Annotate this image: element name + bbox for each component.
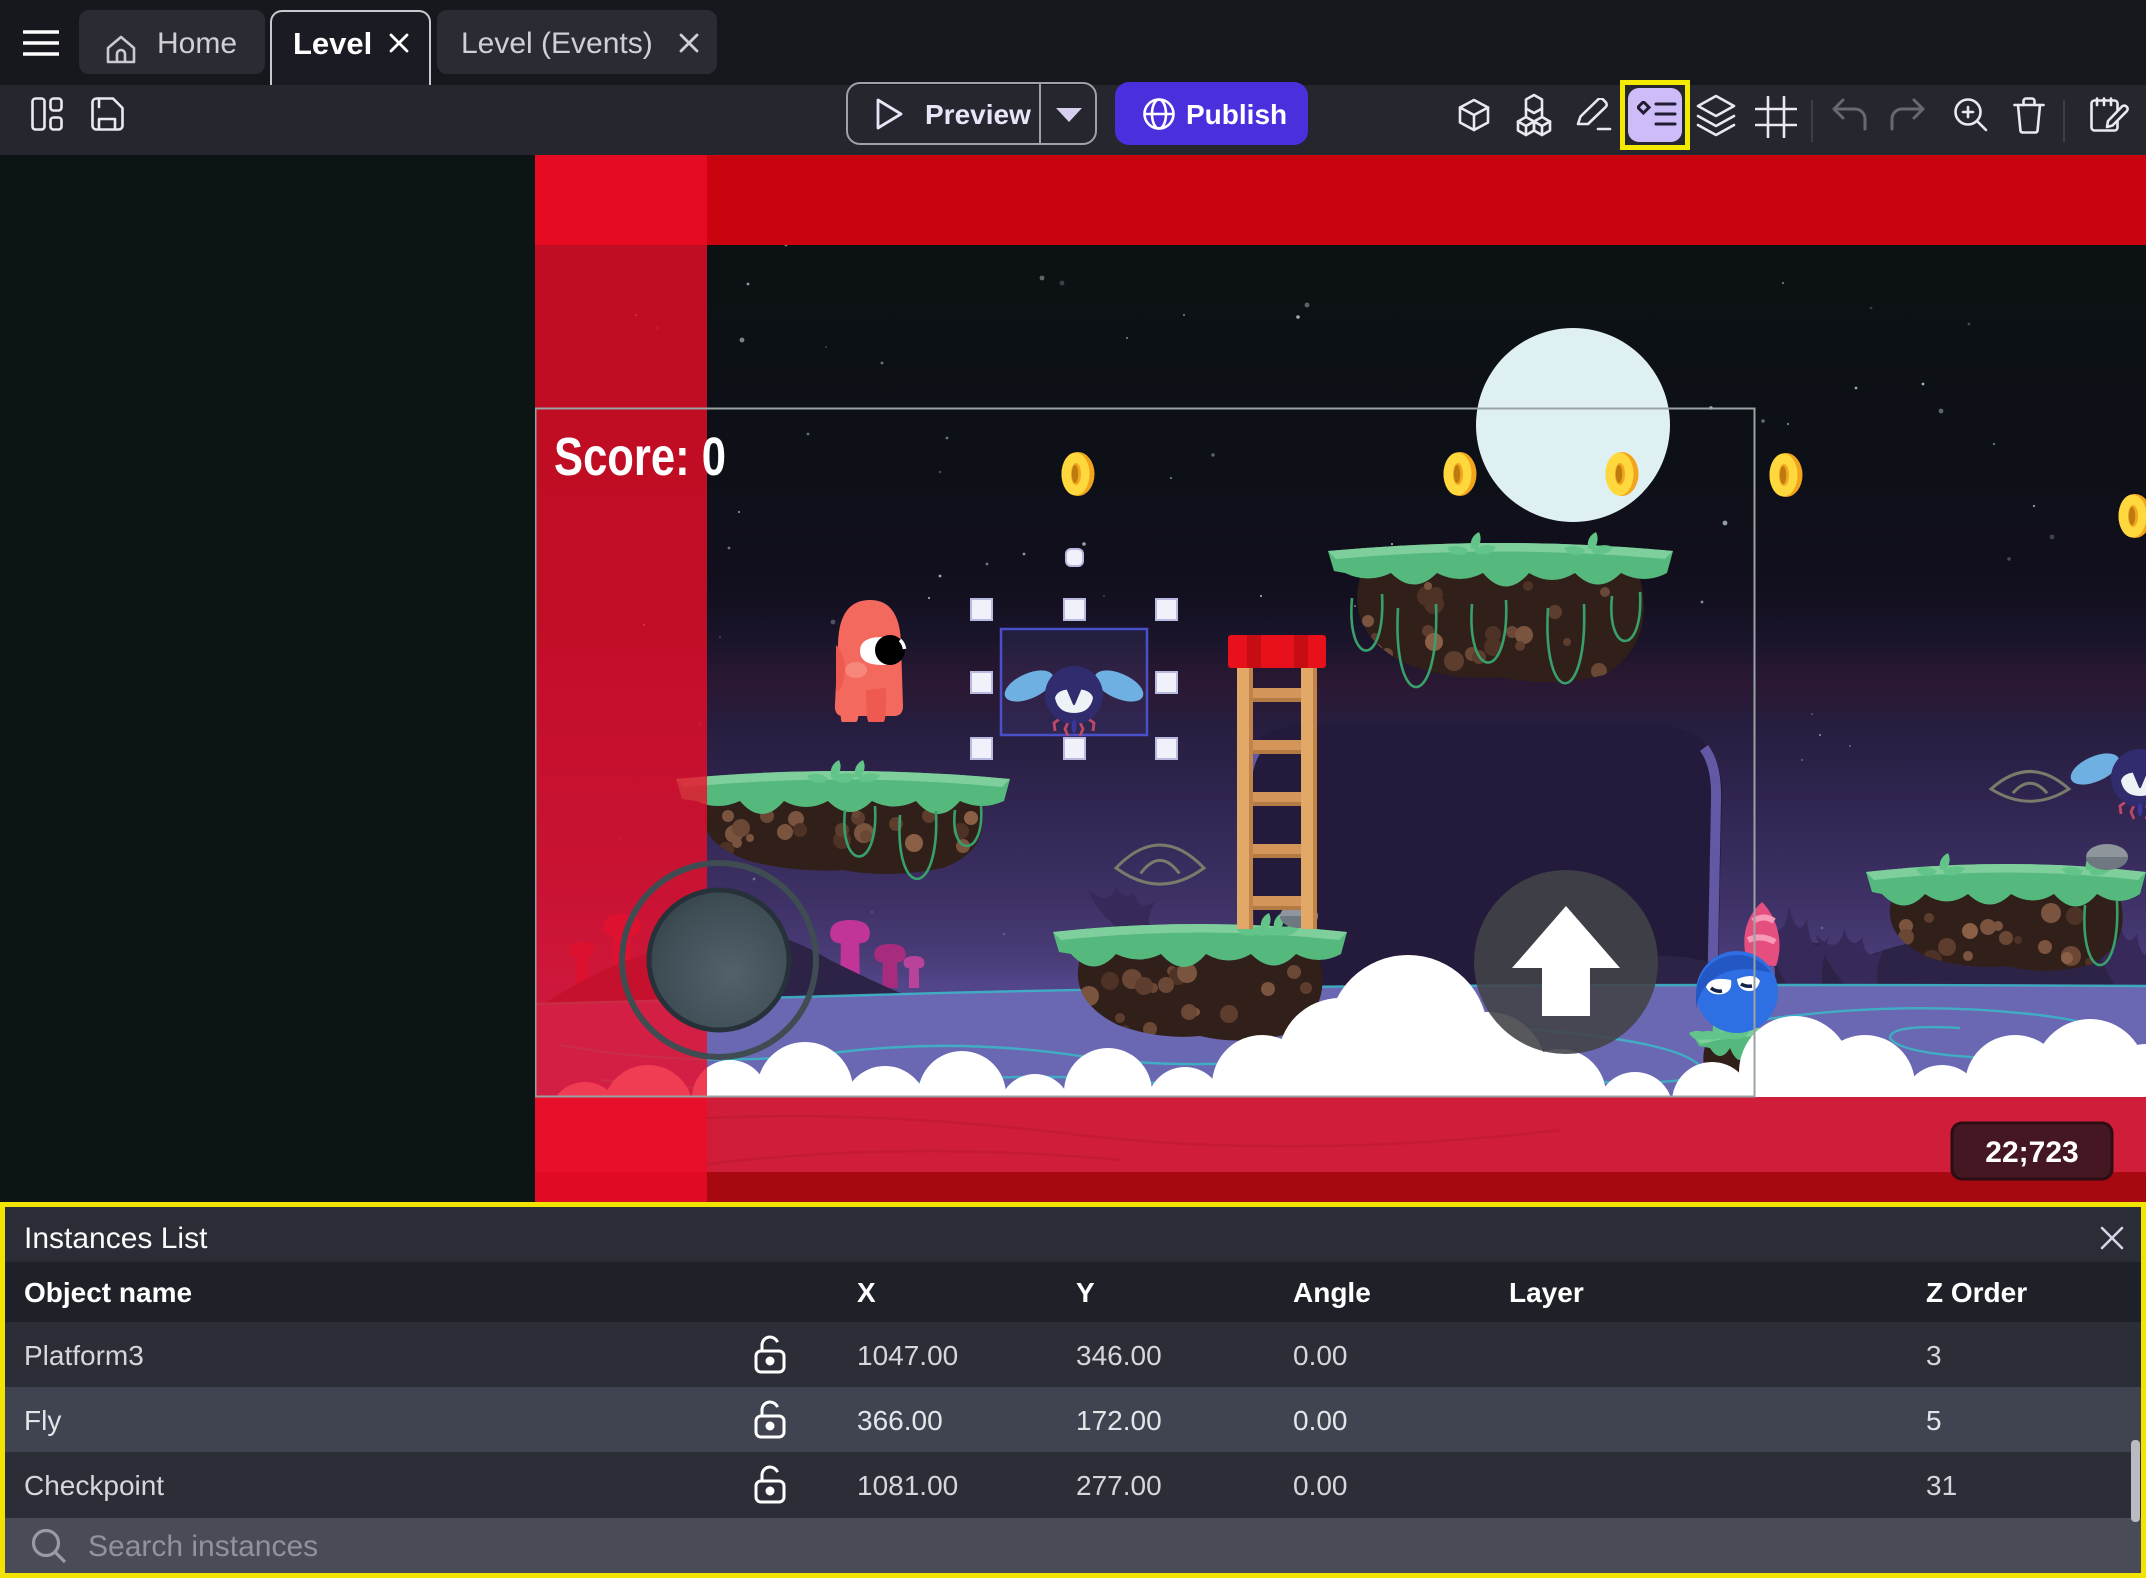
svg-text:22;723: 22;723 (1985, 1136, 2078, 1169)
svg-text:Score: 0: Score: 0 (554, 427, 726, 487)
